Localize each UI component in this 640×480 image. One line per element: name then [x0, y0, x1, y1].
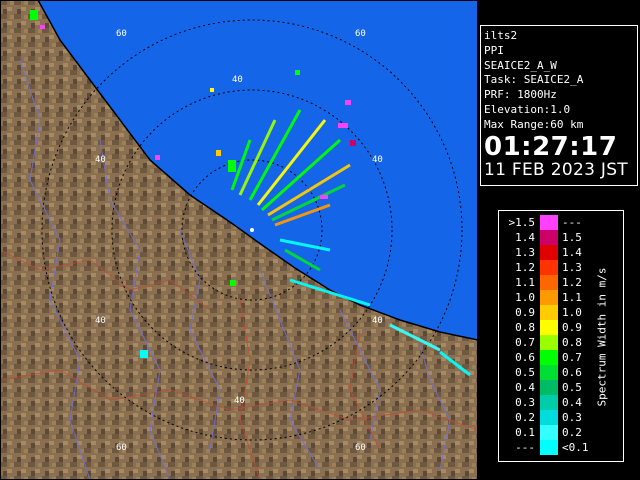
scan-type: PPI — [484, 43, 504, 57]
svg-text:40: 40 — [372, 316, 383, 326]
svg-text:60: 60 — [116, 29, 127, 39]
svg-text:60: 60 — [355, 29, 366, 39]
legend-lower-bound: 1.2 — [515, 261, 535, 274]
station-name: ilts2 — [484, 29, 518, 42]
legend-swatch — [540, 290, 558, 305]
legend-swatch — [540, 305, 558, 320]
legend-upper-bound: 0.8 — [562, 336, 582, 349]
legend-swatch — [540, 215, 558, 230]
legend-swatch — [540, 350, 558, 365]
legend-lower-bound: 1.0 — [515, 291, 535, 304]
legend-upper-bound: 0.9 — [562, 321, 582, 334]
scan-time: 01:27:17 — [484, 131, 618, 162]
legend-swatch — [540, 245, 558, 260]
legend-upper-bound: 0.5 — [562, 381, 582, 394]
legend-upper-bound: 1.0 — [562, 306, 582, 319]
legend-upper-bound: 1.4 — [562, 246, 582, 259]
legend-lower-bound: 0.6 — [515, 351, 535, 364]
legend-swatch — [540, 440, 558, 455]
svg-text:60: 60 — [355, 443, 366, 453]
legend-upper-bound: 0.2 — [562, 426, 582, 439]
legend-row: 1.3 1.4 — [499, 245, 582, 260]
legend-swatch — [540, 320, 558, 335]
legend-upper-bound: 0.3 — [562, 411, 582, 424]
legend-row: --- <0.1 — [499, 440, 589, 455]
legend-upper-bound: 1.5 — [562, 231, 582, 244]
radar-ppi-map[interactable]: 60 60 40 40 40 40 40 40 60 60 — [0, 0, 478, 480]
legend-row: 1.2 1.3 — [499, 260, 582, 275]
legend-upper-bound: 0.6 — [562, 366, 582, 379]
legend-row: 0.7 0.8 — [499, 335, 582, 350]
legend-lower-bound: 0.7 — [515, 336, 535, 349]
legend-lower-bound: 1.3 — [515, 246, 535, 259]
legend-row: 0.5 0.6 — [499, 365, 582, 380]
radar-site-marker — [250, 228, 254, 232]
radar-map-svg: 60 60 40 40 40 40 40 40 60 60 — [0, 0, 478, 480]
legend-upper-bound: 0.4 — [562, 396, 582, 409]
legend-swatch — [540, 425, 558, 440]
product-name: SEAICE2_A_W — [484, 58, 557, 72]
legend-lower-bound: --- — [515, 441, 535, 454]
legend-lower-bound: 1.4 — [515, 231, 535, 244]
legend-row: 0.8 0.9 — [499, 320, 582, 335]
legend-lower-bound: 0.8 — [515, 321, 535, 334]
legend-row: 1.1 1.2 — [499, 275, 582, 290]
max-range-value: Max Range:60 km — [484, 117, 584, 131]
legend-lower-bound: >1.5 — [508, 216, 536, 229]
svg-text:40: 40 — [95, 316, 106, 326]
legend-lower-bound: 1.1 — [515, 276, 535, 289]
legend-swatch — [540, 395, 558, 410]
legend-row: 0.6 0.7 — [499, 350, 582, 365]
scan-info-box: ilts2 PPI SEAICE2_A_W Task: SEAICE2_A PR… — [480, 25, 638, 186]
legend-row: 0.2 0.3 — [499, 410, 582, 425]
svg-text:40: 40 — [232, 75, 243, 85]
legend-lower-bound: 0.9 — [515, 306, 535, 319]
legend-row: 0.1 0.2 — [499, 425, 582, 440]
scan-date: 11 FEB 2023 JST — [484, 159, 628, 180]
legend-lower-bound: 0.3 — [515, 396, 535, 409]
legend-upper-bound: <0.1 — [562, 441, 589, 454]
legend-title: Spectrum Width in m/s — [595, 267, 609, 407]
svg-text:40: 40 — [372, 155, 383, 165]
legend-lower-bound: 0.1 — [515, 426, 535, 439]
legend-upper-bound: 1.1 — [562, 291, 582, 304]
legend-swatch — [540, 410, 558, 425]
legend-swatch — [540, 380, 558, 395]
legend-row: 0.4 0.5 — [499, 380, 582, 395]
color-legend: >1.5 --- 1.4 1.5 1.3 1.4 1.2 1.3 1.1 1.2 1.0 1.1 0.9… — [498, 210, 624, 462]
legend-row: 1.0 1.1 — [499, 290, 582, 305]
elevation-value: Elevation:1.0 — [484, 102, 571, 116]
svg-text:60: 60 — [116, 443, 127, 453]
legend-swatch — [540, 275, 558, 290]
legend-row: 0.9 1.0 — [499, 305, 582, 320]
svg-text:40: 40 — [95, 155, 106, 165]
svg-text:40: 40 — [234, 396, 245, 406]
legend-swatch — [540, 365, 558, 380]
legend-upper-bound: 1.2 — [562, 276, 582, 289]
prf-value: PRF: 1800Hz — [484, 88, 557, 102]
legend-upper-bound: --- — [562, 216, 582, 229]
legend-swatch — [540, 335, 558, 350]
legend-upper-bound: 0.7 — [562, 351, 582, 364]
legend-row: 1.4 1.5 — [499, 230, 582, 245]
legend-swatch — [540, 260, 558, 275]
legend-lower-bound: 0.5 — [515, 366, 535, 379]
task-name: Task: SEAICE2_A — [484, 73, 584, 87]
legend-lower-bound: 0.4 — [515, 381, 535, 394]
legend-row: >1.5 --- — [499, 215, 582, 230]
legend-lower-bound: 0.2 — [515, 411, 535, 424]
legend-upper-bound: 1.3 — [562, 261, 582, 274]
legend-row: 0.3 0.4 — [499, 395, 582, 410]
legend-swatch — [540, 230, 558, 245]
